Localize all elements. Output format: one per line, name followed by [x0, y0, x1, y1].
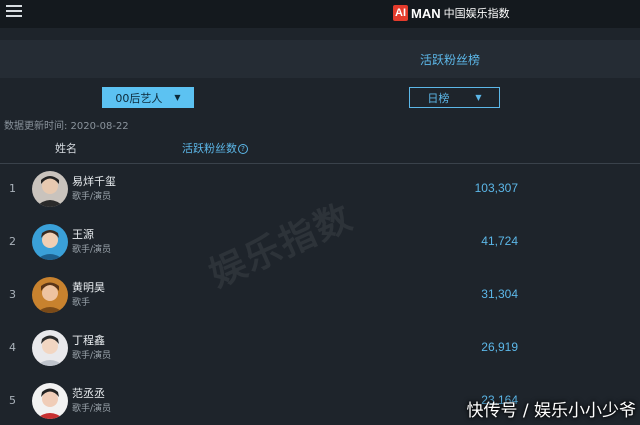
hamburger-menu-icon[interactable]: [6, 3, 22, 19]
brand-title: 中国娱乐指数: [443, 7, 510, 20]
rank-number: 4: [9, 341, 16, 354]
artist-name[interactable]: 黄明昊: [72, 279, 105, 295]
top-bar: AI MAN 中国娱乐指数: [0, 0, 640, 28]
rank-number: 5: [9, 394, 16, 407]
artist-name[interactable]: 丁程鑫: [72, 332, 105, 348]
brand-wordmark: MAN: [411, 5, 441, 21]
rank-number: 2: [9, 235, 16, 248]
period-select[interactable]: 日榜 ▼: [409, 87, 500, 108]
avatar[interactable]: [32, 277, 68, 313]
avatar[interactable]: [32, 330, 68, 366]
avatar[interactable]: [32, 171, 68, 207]
artist-role: 歌手/演员: [72, 404, 112, 414]
artist-role: 歌手: [72, 298, 91, 308]
source-watermark: 快传号 / 娱乐小小少爷: [466, 401, 636, 421]
table-row[interactable]: 2 王源 歌手/演员 41,724: [0, 218, 640, 268]
avatar[interactable]: [32, 224, 68, 260]
artist-name[interactable]: 范丞丞: [72, 385, 105, 401]
brand-logo[interactable]: AI MAN 中国娱乐指数: [393, 4, 510, 22]
caret-down-icon: ▼: [475, 93, 482, 102]
artist-name[interactable]: 王源: [72, 226, 94, 242]
page-title: 活跃粉丝榜: [420, 53, 481, 67]
caret-down-icon: ▼: [174, 93, 181, 102]
fan-count: 31,304: [481, 287, 518, 301]
header-divider: [0, 163, 640, 164]
avatar[interactable]: [32, 383, 68, 419]
column-header-fans-label: 活跃粉丝数: [182, 142, 237, 155]
category-select[interactable]: 00后艺人 ▼: [102, 87, 194, 108]
fan-count: 41,724: [481, 234, 518, 248]
artist-role: 歌手/演员: [72, 351, 112, 361]
table-row[interactable]: 3 黄明昊 歌手 31,304: [0, 271, 640, 321]
column-header-name: 姓名: [55, 142, 77, 155]
update-time: 数据更新时间: 2020-08-22: [4, 121, 129, 132]
artist-role: 歌手/演员: [72, 245, 112, 255]
column-header-fans[interactable]: 活跃粉丝数?: [182, 140, 248, 156]
fan-count: 103,307: [474, 181, 518, 195]
category-select-value: 00后艺人: [115, 91, 163, 105]
period-select-value: 日榜: [427, 91, 450, 105]
sub-header: [0, 40, 640, 78]
table-row[interactable]: 4 丁程鑫 歌手/演员 26,919: [0, 324, 640, 374]
artist-name[interactable]: 易烊千玺: [72, 173, 116, 189]
brand-badge: AI: [393, 5, 408, 21]
rank-number: 1: [9, 182, 16, 195]
artist-role: 歌手/演员: [72, 192, 112, 202]
help-icon[interactable]: ?: [238, 144, 248, 154]
rank-number: 3: [9, 288, 16, 301]
table-row[interactable]: 1 易烊千玺 歌手/演员 103,307: [0, 165, 640, 215]
fan-count: 26,919: [481, 340, 518, 354]
